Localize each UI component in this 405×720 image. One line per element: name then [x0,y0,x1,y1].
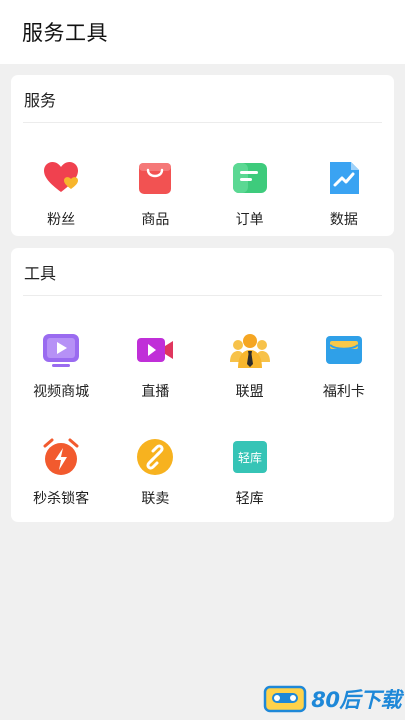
tool-item-joint-sale[interactable]: 联卖 [108,437,202,508]
alarm-clock-flash-icon [41,437,81,477]
tool-item-empty [297,437,391,508]
app-header: 服务工具 [0,0,405,64]
tool-item-welfare-card[interactable]: 福利卡 [297,330,391,401]
page-title: 服务工具 [22,22,108,45]
service-item-data[interactable]: 数据 [297,158,391,229]
tool-item-alliance[interactable]: 联盟 [203,330,297,401]
tool-item-live[interactable]: 直播 [108,330,202,401]
cassette-logo-icon [264,685,307,713]
shopping-bag-icon [135,158,175,198]
tools-card: 工具 视频商城 直播 联盟 福利卡 秒杀锁客 联卖 轻库 轻库 [11,248,394,522]
watermark-logo: 80后下载 [263,684,401,714]
tool-item-label: 轻库 [235,490,264,506]
tool-item-label: 联盟 [235,383,264,399]
data-chart-icon [324,158,364,198]
welfare-card-icon [324,330,364,370]
service-item-label: 订单 [235,211,264,227]
service-card: 服务 粉丝 商品 订单 数据 [11,75,394,236]
video-camera-icon [135,330,175,370]
service-item-label: 数据 [329,211,358,227]
service-section-title: 服务 [23,75,382,123]
tool-item-video-mall[interactable]: 视频商城 [14,330,108,401]
tool-item-label: 秒杀锁客 [33,490,90,506]
light-warehouse-icon: 轻库 [230,437,270,477]
service-item-fans[interactable]: 粉丝 [14,158,108,229]
order-list-icon [230,158,270,198]
heart-icon [41,158,81,198]
tool-item-label: 视频商城 [33,383,90,399]
tool-item-label: 福利卡 [322,383,365,399]
svg-text:轻库: 轻库 [238,450,262,465]
service-item-goods[interactable]: 商品 [108,158,202,229]
service-item-label: 商品 [141,211,170,227]
link-chain-icon [135,437,175,477]
tools-section-title: 工具 [23,248,382,296]
tool-item-flash-sale[interactable]: 秒杀锁客 [14,437,108,508]
watermark-text: 80后下载 [311,688,401,712]
people-alliance-icon [229,330,270,370]
tool-item-label: 直播 [141,383,170,399]
tool-item-light-warehouse[interactable]: 轻库 轻库 [203,437,297,508]
video-tv-icon [41,330,81,370]
service-item-label: 粉丝 [47,211,76,227]
service-item-orders[interactable]: 订单 [203,158,297,229]
tool-item-label: 联卖 [141,490,170,506]
